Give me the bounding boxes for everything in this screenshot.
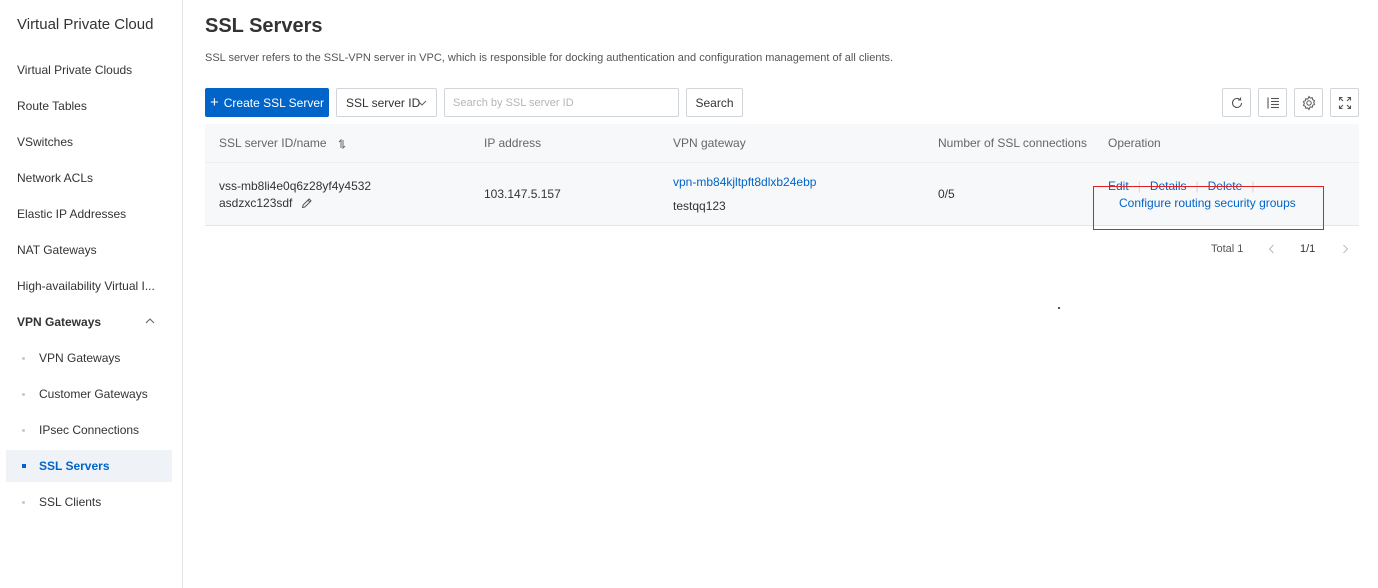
table-header: SSL server ID/name IP address VPN gatewa… <box>205 124 1359 162</box>
ssl-server-name-cell: asdzxc123sdf <box>219 196 312 210</box>
settings-button[interactable] <box>1294 88 1323 117</box>
chevron-up-icon <box>145 318 155 324</box>
details-link[interactable]: Details <box>1150 179 1187 193</box>
ssl-servers-table: SSL server ID/name IP address VPN gatewa… <box>205 124 1359 226</box>
sidebar-group-vpn-gateways[interactable]: VPN Gateways <box>0 306 172 338</box>
chevron-down-icon <box>417 100 427 106</box>
column-header-operation: Operation <box>1108 136 1161 150</box>
pagination-next-button[interactable] <box>1338 240 1352 258</box>
create-ssl-server-label: Create SSL Server <box>223 95 325 110</box>
page-description: SSL server refers to the SSL-VPN server … <box>205 52 894 64</box>
sidebar-subitem-label: Customer Gateways <box>39 387 148 401</box>
sidebar-subitem-ssl-clients[interactable]: SSL Clients <box>0 486 172 518</box>
gear-icon <box>1302 95 1315 110</box>
vpn-gateway-link[interactable]: vpn-mb84kjltpft8dlxb24ebp <box>673 175 816 189</box>
column-header-label: SSL server ID/name <box>219 136 327 150</box>
chevron-right-icon <box>1342 244 1348 254</box>
delete-link[interactable]: Delete <box>1208 179 1243 193</box>
configure-routing-security-groups-link[interactable]: Configure routing security groups <box>1119 196 1296 210</box>
sidebar-subitem-vpn-gateways[interactable]: VPN Gateways <box>0 342 172 374</box>
page-title: SSL Servers <box>205 15 323 37</box>
vpn-gateway-name: testqq123 <box>673 199 726 213</box>
sidebar: Virtual Private Cloud Virtual Private Cl… <box>0 0 183 588</box>
refresh-button[interactable] <box>1222 88 1251 117</box>
sidebar-item-virtual-private-clouds[interactable]: Virtual Private Clouds <box>0 54 172 86</box>
pagination-prev-button[interactable] <box>1264 240 1278 258</box>
sidebar-subitem-ipsec-connections[interactable]: IPsec Connections <box>0 414 172 446</box>
edit-link[interactable]: Edit <box>1108 179 1129 193</box>
bullet-icon <box>22 464 26 468</box>
column-settings-button[interactable] <box>1258 88 1287 117</box>
ip-address: 103.147.5.157 <box>484 187 561 201</box>
sidebar-item-nat-gateways[interactable]: NAT Gateways <box>0 234 172 266</box>
sidebar-subitem-label: SSL Servers <box>39 459 110 473</box>
ssl-server-name: asdzxc123sdf <box>219 196 293 210</box>
sidebar-subitem-label: VPN Gateways <box>39 351 121 365</box>
operation-links: Edit | Details | Delete | <box>1108 179 1263 193</box>
column-header-id-name[interactable]: SSL server ID/name <box>219 136 346 150</box>
sidebar-subitem-ssl-servers[interactable]: SSL Servers <box>6 450 172 482</box>
search-button[interactable]: Search <box>686 88 743 117</box>
fullscreen-icon <box>1338 96 1351 109</box>
bullet-icon <box>22 393 25 396</box>
pagination-page: 1/1 <box>1300 243 1316 255</box>
sidebar-item-havip[interactable]: High-availability Virtual I... <box>0 270 172 302</box>
sidebar-subitem-label: SSL Clients <box>39 495 102 509</box>
stray-dot <box>1058 307 1060 309</box>
column-header-ssl-connections: Number of SSL connections <box>938 136 1087 150</box>
sidebar-item-network-acls[interactable]: Network ACLs <box>0 162 172 194</box>
sidebar-item-elastic-ip-addresses[interactable]: Elastic IP Addresses <box>0 198 172 230</box>
bullet-icon <box>22 357 25 360</box>
create-ssl-server-button[interactable]: + Create SSL Server <box>205 88 329 117</box>
search-input[interactable] <box>444 88 679 117</box>
chevron-left-icon <box>1268 244 1274 254</box>
sidebar-title: Virtual Private Cloud <box>17 16 154 33</box>
plus-icon: + <box>209 94 219 111</box>
column-header-ip-address: IP address <box>484 136 542 150</box>
sort-icon <box>338 138 346 149</box>
edit-pencil-icon[interactable] <box>301 198 312 209</box>
bullet-icon <box>22 501 25 504</box>
refresh-icon <box>1231 97 1242 108</box>
ssl-connections-count: 0/5 <box>938 187 955 201</box>
sidebar-item-route-tables[interactable]: Route Tables <box>0 90 172 122</box>
pagination-total: Total 1 <box>1211 243 1244 255</box>
sidebar-subitem-label: IPsec Connections <box>39 423 140 437</box>
filter-select[interactable]: SSL server ID <box>336 88 437 117</box>
sidebar-group-label: VPN Gateways <box>17 315 102 329</box>
fullscreen-button[interactable] <box>1330 88 1359 117</box>
separator: | <box>1251 179 1255 193</box>
separator: | <box>1195 179 1199 193</box>
column-settings-icon <box>1266 97 1279 108</box>
sidebar-subitem-customer-gateways[interactable]: Customer Gateways <box>0 378 172 410</box>
bullet-icon <box>22 429 25 432</box>
separator: | <box>1137 179 1141 193</box>
column-header-vpn-gateway: VPN gateway <box>673 136 746 150</box>
table-row: vss-mb8li4e0q6z28yf4y4532 asdzxc123sdf 1… <box>205 162 1359 226</box>
sidebar-item-vswitches[interactable]: VSwitches <box>0 126 172 158</box>
filter-select-value: SSL server ID <box>346 95 421 110</box>
ssl-server-id: vss-mb8li4e0q6z28yf4y4532 <box>219 179 372 193</box>
